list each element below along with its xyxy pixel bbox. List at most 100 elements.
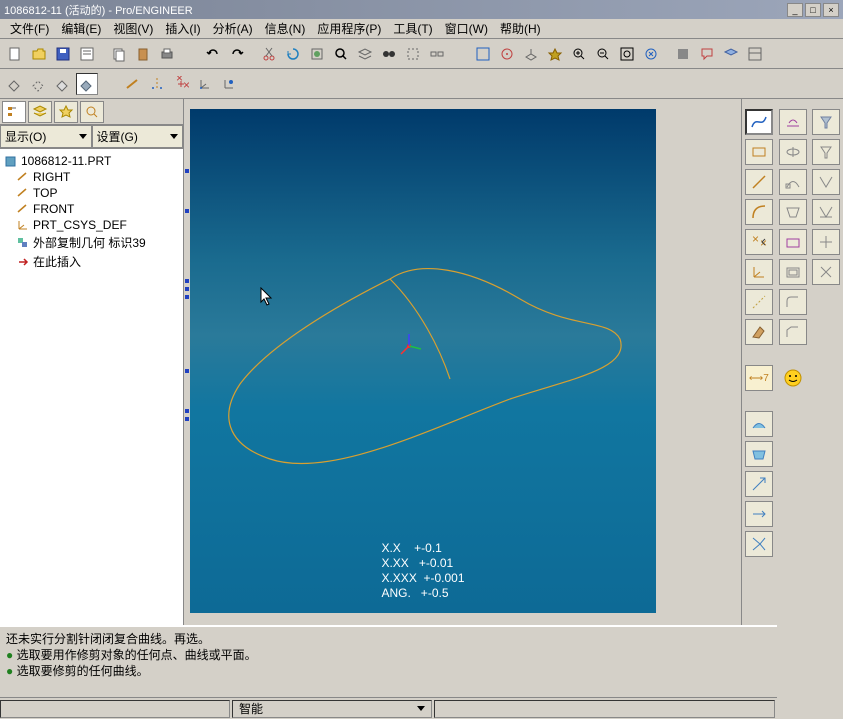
tree-csys[interactable]: PRT_CSYS_DEF [2,217,181,233]
find-button[interactable] [330,43,352,65]
undo-button[interactable] [202,43,224,65]
filter4-button[interactable] [812,199,840,225]
dimensions-tool-button[interactable]: ⟷7 [745,365,773,391]
zoom-out-button[interactable] [592,43,614,65]
menu-help[interactable]: 帮助(H) [494,18,547,39]
menu-window[interactable]: 窗口(W) [439,18,494,39]
graphics-canvas[interactable]: X.X +-0.1 X.XX +-0.01 X.XXX +-0.001 ANG.… [190,109,656,613]
model-tree-button[interactable] [744,43,766,65]
select-tool-button[interactable] [402,43,424,65]
refit-button[interactable] [640,43,662,65]
reference-tool-button[interactable] [745,289,773,315]
chamfer-tool-button[interactable] [779,319,807,345]
extend-tool-button[interactable] [745,501,773,527]
menu-info[interactable]: 信息(N) [259,18,312,39]
menu-view[interactable]: 视图(V) [107,18,159,39]
palette-tool-button[interactable] [745,319,773,345]
layers-button[interactable] [354,43,376,65]
zoom-in-button[interactable] [568,43,590,65]
tree-part-root[interactable]: 1086812-11.PRT [2,153,181,169]
surface2-tool-button[interactable] [745,441,773,467]
binoculars-icon[interactable] [378,43,400,65]
datum-csystext-toggle[interactable] [218,73,240,95]
tree-datum-right[interactable]: RIGHT [2,169,181,185]
filter6-button[interactable] [812,259,840,285]
select-chain-button[interactable] [426,43,448,65]
zoom-fit-button[interactable] [616,43,638,65]
view-saved-button[interactable] [544,43,566,65]
datum-csys-toggle[interactable] [194,73,216,95]
filter5-button[interactable] [812,229,840,255]
extrude-tool-button[interactable] [779,109,807,135]
surface-tool-button[interactable] [745,411,773,437]
smiley-icon[interactable] [779,365,807,391]
tab-favorites[interactable] [54,101,78,123]
line-tool-button[interactable] [745,169,773,195]
annotate-button[interactable] [696,43,718,65]
rectangle-tool-button[interactable] [745,139,773,165]
sweep-tool-button[interactable] [779,169,807,195]
paste-button[interactable] [132,43,154,65]
view-orientation-button[interactable] [520,43,542,65]
settings-dropdown[interactable]: 设置(G) [92,125,184,148]
tree-datum-front[interactable]: FRONT [2,201,181,217]
view-repaint-button[interactable] [472,43,494,65]
tab-search[interactable] [80,101,104,123]
menu-insert[interactable]: 插入(I) [159,18,206,39]
tree-insert-here[interactable]: 在此插入 [2,252,181,271]
status-bar: 智能 [0,697,777,719]
redo-button[interactable] [226,43,248,65]
save-button[interactable] [52,43,74,65]
properties-button[interactable] [76,43,98,65]
toolbar-display: ×× [0,69,843,99]
filter1-button[interactable] [812,109,840,135]
open-file-button[interactable] [28,43,50,65]
merge-tool-button[interactable] [745,531,773,557]
model-curves [190,109,656,613]
display-hidden-button[interactable] [28,73,50,95]
datum-point-toggle[interactable]: ×× [170,73,192,95]
regen-button[interactable] [282,43,304,65]
cut-button[interactable] [258,43,280,65]
svg-text:×: × [752,233,759,246]
menu-analysis[interactable]: 分析(A) [207,18,259,39]
trim-tool-button[interactable] [745,471,773,497]
shell-tool-button[interactable] [779,259,807,285]
menu-file[interactable]: 文件(F) [4,18,55,39]
filter-dropdown[interactable]: 智能 [232,700,432,718]
tree-copygeom[interactable]: 外部复制几何 标识39 [2,233,181,252]
print-button[interactable] [156,43,178,65]
filter3-button[interactable] [812,169,840,195]
view-spin-center-button[interactable] [496,43,518,65]
copy-button[interactable] [108,43,130,65]
datum-axis-toggle[interactable] [146,73,168,95]
tab-model-tree[interactable] [2,101,26,123]
csys-tool-button[interactable] [745,259,773,285]
spline-tool-button[interactable] [745,109,773,135]
menu-edit[interactable]: 编辑(E) [55,18,107,39]
close-button[interactable]: × [823,3,839,17]
maximize-button[interactable]: □ [805,3,821,17]
shade-button[interactable] [672,43,694,65]
tab-layers[interactable] [28,101,52,123]
datum-plane-toggle[interactable] [122,73,144,95]
revolve-tool-button[interactable] [779,139,807,165]
display-wireframe-button[interactable] [4,73,26,95]
filter2-button[interactable] [812,139,840,165]
minimize-button[interactable]: _ [787,3,803,17]
regen-auto-button[interactable] [306,43,328,65]
show-dropdown[interactable]: 显示(O) [0,125,92,148]
hole-tool-button[interactable] [779,229,807,255]
blend-tool-button[interactable] [779,199,807,225]
copygeom-icon [16,236,30,250]
display-shading-button[interactable] [76,73,98,95]
point-tool-button[interactable]: ×× [745,229,773,255]
arc-tool-button[interactable] [745,199,773,225]
display-nohidden-button[interactable] [52,73,74,95]
round-tool-button[interactable] [779,289,807,315]
layers2-button[interactable] [720,43,742,65]
tree-datum-top[interactable]: TOP [2,185,181,201]
menu-app[interactable]: 应用程序(P) [311,18,387,39]
menu-tools[interactable]: 工具(T) [387,18,438,39]
new-file-button[interactable] [4,43,26,65]
